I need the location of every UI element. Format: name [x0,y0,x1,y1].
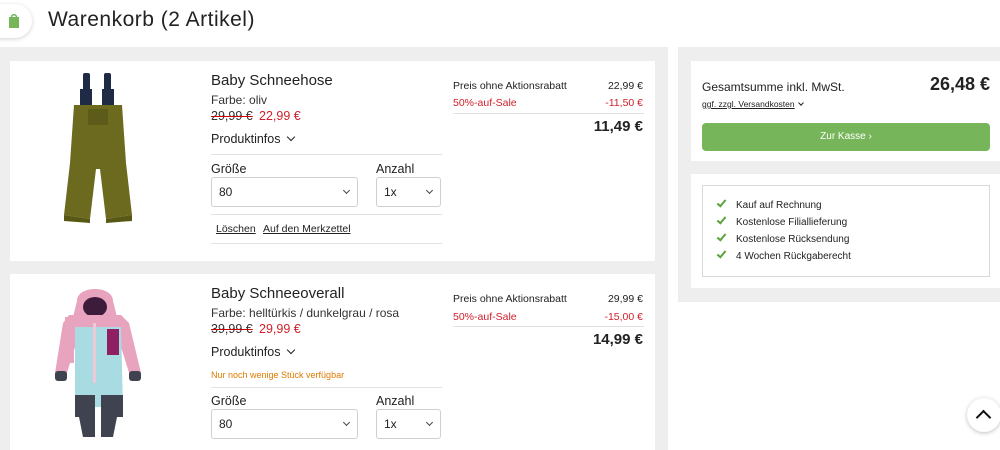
benefits-card: Kauf auf Rechnung Kostenlose Filialliefe… [691,174,1000,288]
size-select[interactable]: 80 [211,177,358,207]
cart-item: Baby Schneeoverall Farbe: helltürkis / d… [10,274,655,450]
product-image-snowsuit[interactable] [55,287,141,439]
checkout-button[interactable]: Zur Kasse › [702,123,990,151]
quantity-label: Anzahl [376,162,415,176]
chevron-down-icon [797,100,804,106]
benefits-list: Kauf auf Rechnung Kostenlose Filialliefe… [702,185,990,277]
divider [453,113,644,114]
check-icon [716,231,727,242]
benefit-label: 4 Wochen Rückgaberecht [736,251,851,262]
product-info-label: Produktinfos [211,345,281,359]
delete-link[interactable]: Löschen [216,223,256,235]
divider [211,387,442,388]
quantity-select[interactable]: 1x [376,177,441,207]
product-color: Farbe: helltürkis / dunkelgrau / rosa [211,306,400,320]
page-title: Warenkorb (2 Artikel) [48,8,255,31]
product-info-toggle[interactable]: Produktinfos [211,345,296,359]
old-price: 29,99 € [211,109,253,123]
price-label: Preis ohne Aktionsrabatt [453,80,567,92]
check-icon [716,248,727,259]
shop-logo[interactable] [0,4,32,38]
cart-item: Baby Schneehose Farbe: oliv 29,99 € 22,9… [10,61,655,261]
sale-label: 50%-auf-Sale [453,311,517,323]
product-name[interactable]: Baby Schneeoverall [211,285,344,302]
total-value: 26,48 € [929,74,990,94]
price-value: 22,99 € [607,80,643,92]
benefit-item: Kauf auf Rechnung [716,197,822,211]
size-value: 80 [219,185,233,199]
chevron-down-icon [342,418,351,427]
shopping-bag-icon [9,14,19,28]
benefit-item: Kostenlose Filiallieferung [716,214,848,228]
product-image-snow-pants[interactable] [62,73,134,225]
chevron-down-icon [425,186,434,195]
product-info-label: Produktinfos [211,132,281,146]
divider [211,214,442,215]
product-name[interactable]: Baby Schneehose [211,72,333,89]
shipping-costs-label: ggf. zzgl. Versandkosten [702,99,795,109]
sale-value: -11,50 € [605,97,643,109]
chevron-down-icon [342,186,351,195]
benefit-item: 4 Wochen Rückgaberecht [716,248,851,262]
quantity-select[interactable]: 1x [376,409,441,439]
chevron-up-icon [975,409,992,426]
sale-value: -15,00 € [604,311,643,323]
chevron-down-icon [425,418,434,427]
new-price: 29,99 € [259,322,301,336]
divider [211,154,442,155]
item-total: 14,99 € [592,331,643,348]
check-icon [716,214,727,225]
sale-label: 50%-auf-Sale [453,97,517,109]
benefit-item: Kostenlose Rücksendung [716,231,850,245]
quantity-value: 1x [384,417,397,431]
stock-warning: Nur noch wenige Stück verfügbar [211,370,345,380]
old-price: 39,99 € [211,322,253,336]
total-label: Gesamtsumme inkl. MwSt. [702,80,845,94]
scroll-to-top-button[interactable] [967,398,1000,432]
size-label: Größe [211,394,247,408]
divider [453,326,644,327]
quantity-label: Anzahl [376,394,415,408]
size-value: 80 [219,417,233,431]
benefit-label: Kostenlose Filiallieferung [736,217,848,228]
wishlist-link[interactable]: Auf den Merkzettel [263,223,351,235]
new-price: 22,99 € [259,109,301,123]
price-value: 29,99 € [607,293,643,305]
header: Warenkorb (2 Artikel) [0,0,1000,47]
benefit-label: Kauf auf Rechnung [736,200,822,211]
price-label: Preis ohne Aktionsrabatt [453,293,567,305]
benefit-label: Kostenlose Rücksendung [736,234,850,245]
shipping-costs-link[interactable]: ggf. zzgl. Versandkosten [702,99,804,109]
divider [211,243,442,244]
chevron-down-icon [287,345,296,355]
size-select[interactable]: 80 [211,409,358,439]
chevron-down-icon [287,132,296,142]
order-summary: Gesamtsumme inkl. MwSt. 26,48 € ggf. zzg… [691,61,1000,161]
quantity-value: 1x [384,185,397,199]
item-total: 11,49 € [593,118,643,135]
product-info-toggle[interactable]: Produktinfos [211,132,296,146]
check-icon [716,197,727,208]
product-color: Farbe: oliv [211,93,268,107]
size-label: Größe [211,162,247,176]
